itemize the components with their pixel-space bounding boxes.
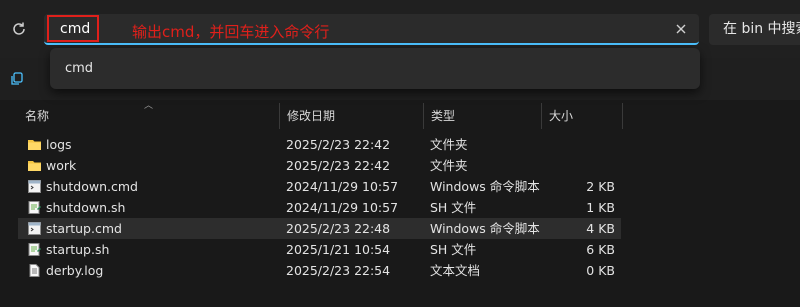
folder-icon: [27, 158, 42, 173]
file-row[interactable]: shutdown.sh 2024/11/29 10:57 SH 文件 1 KB: [18, 197, 621, 218]
file-type: SH 文件: [430, 242, 477, 257]
column-header-type[interactable]: 类型: [424, 103, 542, 129]
file-size: 2 KB: [586, 179, 615, 194]
suggestion-item[interactable]: cmd: [65, 61, 93, 76]
cmd-file-icon: [27, 179, 42, 194]
column-header-size[interactable]: 大小: [542, 103, 623, 129]
file-date: 2024/11/29 10:57: [286, 179, 399, 194]
file-row[interactable]: startup.sh 2025/1/21 10:54 SH 文件 6 KB: [18, 239, 621, 260]
file-name: derby.log: [46, 263, 104, 278]
folder-icon: [27, 137, 42, 152]
file-date: 2025/2/23 22:42: [286, 137, 391, 152]
file-row[interactable]: work 2025/2/23 22:42 文件夹: [18, 155, 621, 176]
file-row[interactable]: shutdown.cmd 2024/11/29 10:57 Windows 命令脚本…: [18, 176, 621, 197]
file-size: 1 KB: [586, 200, 615, 215]
file-name: logs: [46, 137, 72, 152]
file-size: 4 KB: [586, 221, 615, 236]
file-name: startup.cmd: [46, 221, 122, 236]
file-date: 2025/2/23 22:42: [286, 158, 391, 173]
column-header-date[interactable]: 修改日期: [280, 103, 424, 129]
close-icon[interactable]: [674, 22, 688, 36]
file-type: Windows 命令脚本: [430, 221, 540, 236]
address-bar-input[interactable]: cmd: [60, 21, 90, 37]
file-date: 2025/2/23 22:48: [286, 221, 391, 236]
cmd-file-icon: [27, 221, 42, 236]
text-file-icon: [27, 263, 42, 278]
file-date: 2025/2/23 22:54: [286, 263, 391, 278]
file-date: 2025/1/21 10:54: [286, 242, 391, 257]
search-input[interactable]: 在 bin 中搜索: [709, 14, 800, 45]
file-name: work: [46, 158, 77, 173]
file-type: 文件夹: [430, 158, 468, 173]
file-type: Windows 命令脚本: [430, 179, 540, 194]
file-row[interactable]: startup.cmd 2025/2/23 22:48 Windows 命令脚本 4 …: [18, 218, 621, 239]
column-header-row: 名称 修改日期 类型 大小: [18, 103, 623, 129]
refresh-icon[interactable]: [10, 20, 28, 38]
copy-icon[interactable]: [10, 72, 24, 86]
file-row[interactable]: derby.log 2025/2/23 22:54 文本文档 0 KB: [18, 260, 621, 281]
file-size: 0 KB: [586, 263, 615, 278]
script-file-icon: [27, 242, 42, 257]
file-type: 文本文档: [430, 263, 481, 278]
script-file-icon: [27, 200, 42, 215]
annotation-text: 输出cmd，并回车进入命令行: [132, 23, 330, 41]
file-date: 2024/11/29 10:57: [286, 200, 399, 215]
file-name: startup.sh: [46, 242, 110, 257]
file-size: 6 KB: [586, 242, 615, 257]
address-suggestions-dropdown: [50, 48, 700, 89]
file-row[interactable]: logs 2025/2/23 22:42 文件夹: [18, 134, 621, 155]
file-type: SH 文件: [430, 200, 477, 215]
column-header-name[interactable]: 名称: [18, 103, 280, 129]
file-name: shutdown.cmd: [46, 179, 138, 194]
file-type: 文件夹: [430, 137, 468, 152]
file-name: shutdown.sh: [46, 200, 126, 215]
